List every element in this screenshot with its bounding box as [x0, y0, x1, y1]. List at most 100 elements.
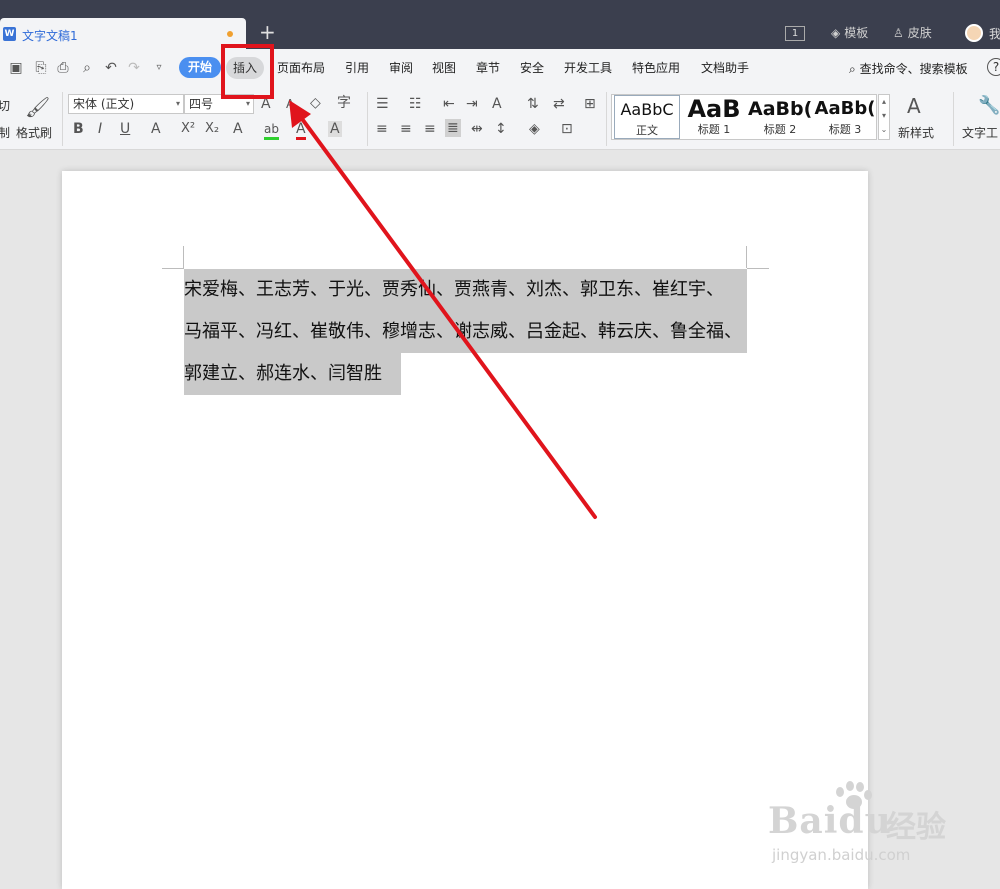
superscript-icon[interactable]: X² [181, 121, 195, 137]
style-preview: AaBb( [748, 98, 812, 120]
skin-label: 皮肤 [907, 26, 932, 40]
tab-references[interactable]: 引用 [345, 60, 369, 76]
style-name: 正文 [636, 124, 658, 137]
print-preview-icon[interactable]: ⌕ [79, 60, 95, 76]
style-gallery: AaBbC 正文 AaB 标题 1 AaBb( 标题 2 AaBb( 标题 3 [611, 94, 877, 140]
tab-developer[interactable]: 开发工具 [564, 60, 612, 76]
bullet-list-icon[interactable]: ☰ [376, 96, 389, 112]
style-name: 标题 2 [763, 123, 797, 136]
tab-special-apps[interactable]: 特色应用 [632, 60, 680, 76]
avatar[interactable] [965, 24, 983, 42]
borders-icon[interactable]: ⊡ [561, 121, 573, 137]
bold-icon[interactable]: B [73, 121, 84, 137]
redo-icon[interactable]: ↷ [126, 60, 142, 76]
shading-fill-icon[interactable]: ◈ [529, 121, 540, 137]
style-name: 标题 3 [828, 123, 862, 136]
decrease-indent-icon[interactable]: ⇤ [443, 96, 455, 112]
style-gallery-scroll[interactable]: ▴ ▾ ⌄ [878, 94, 890, 140]
cut-button[interactable]: 切 [0, 97, 10, 114]
font-name-value: 宋体 (正文) [73, 97, 135, 111]
tab-view[interactable]: 视图 [432, 60, 456, 76]
chevron-down-icon: ▾ [175, 99, 180, 108]
ribbon-separator [367, 92, 368, 146]
tab-doc-assistant[interactable]: 文档助手 [701, 60, 749, 76]
tab-security[interactable]: 安全 [520, 60, 544, 76]
undo-icon[interactable]: ↶ [103, 60, 119, 76]
style-preview: AaBb( [814, 98, 876, 119]
baidu-watermark: Baidu 经验 jingyan.baidu.com [768, 780, 988, 870]
new-style-button[interactable]: 新样式 [898, 124, 934, 141]
print-icon[interactable]: ⎙ [55, 60, 71, 76]
char-shading-icon[interactable]: A [328, 121, 342, 137]
tab-chapter[interactable]: 章节 [476, 60, 500, 76]
baidu-brand-cn: 经验 [886, 810, 946, 845]
font-size-value: 四号 [189, 97, 214, 111]
sort-icon[interactable]: ⇅ [527, 96, 539, 112]
margin-corner-mark [746, 246, 747, 268]
format-painter-label[interactable]: 格式刷 [16, 124, 52, 141]
document-text-line[interactable]: 马福平、冯红、崔敬伟、穆增志、谢志威、吕金起、韩云庆、鲁全福、 [184, 311, 747, 353]
baidu-logo: Baidu [768, 800, 892, 842]
page-count-badge[interactable]: 1 [785, 26, 805, 41]
strikethrough-icon[interactable]: A [151, 121, 161, 137]
template-label: 模板 [844, 26, 869, 40]
style-heading-3[interactable]: AaBb( 标题 3 [814, 95, 876, 139]
phonetic-guide-icon[interactable]: 字 [337, 95, 351, 111]
customize-toolbar-icon[interactable]: ▿ [151, 60, 167, 76]
format-painter-icon[interactable]: 🖌 [25, 96, 50, 118]
tab-review[interactable]: 审阅 [389, 60, 413, 76]
tab-page-layout[interactable]: 页面布局 [277, 60, 325, 76]
user-name[interactable]: 我 [989, 25, 1000, 42]
subscript-icon[interactable]: X₂ [205, 121, 219, 137]
tab-start[interactable]: 开始 [179, 57, 221, 78]
margin-corner-mark [183, 246, 184, 268]
document-text-line[interactable]: 宋爱梅、王志芳、于光、贾秀仙、贾燕青、刘杰、郭卫东、崔红宇、 [184, 269, 747, 311]
text-tools-button[interactable]: 文字工 [962, 124, 998, 141]
justify-icon[interactable]: ≣ [445, 119, 461, 137]
table-borders-icon[interactable]: ⊞ [584, 96, 596, 112]
document-tab-title: 文字文稿1 [22, 29, 78, 43]
annotation-highlight-box [221, 44, 274, 99]
skin-button[interactable]: ♙ 皮肤 [893, 24, 932, 41]
save-icon[interactable]: ▣ [8, 60, 24, 76]
add-tab-button[interactable]: + [259, 22, 276, 42]
line-spacing-icon[interactable]: ↕ [495, 121, 507, 137]
command-search[interactable]: ⌕ 查找命令、搜索模板 [849, 60, 968, 77]
baidu-url: jingyan.baidu.com [772, 846, 911, 864]
wps-writer-icon: W [3, 27, 16, 41]
new-style-icon[interactable]: A [907, 95, 921, 117]
align-left-icon[interactable]: ≡ [376, 121, 388, 137]
underline-icon[interactable]: U [120, 121, 130, 137]
help-button[interactable]: ? [987, 58, 1000, 76]
shirt-icon: ♙ [893, 25, 904, 40]
style-heading-1[interactable]: AaB 标题 1 [682, 95, 746, 139]
style-normal[interactable]: AaBbC 正文 [614, 95, 680, 139]
template-button[interactable]: ◈ 模板 [831, 24, 868, 41]
style-preview: AaBbC [620, 100, 674, 119]
wrench-icon[interactable]: 🔧 [978, 95, 1000, 117]
copy-button[interactable]: 制 [0, 124, 10, 141]
export-pdf-icon[interactable]: ⎘ [33, 60, 49, 76]
style-name: 标题 1 [697, 123, 731, 136]
search-icon: ⌕ [849, 62, 856, 76]
document-text-line[interactable]: 郭建立、郝连水、闫智胜 [184, 353, 401, 395]
highlight-color-icon[interactable]: ab [264, 121, 279, 140]
italic-icon[interactable]: I [98, 121, 102, 137]
numbered-list-icon[interactable]: ☷ [409, 96, 422, 112]
distributed-icon[interactable]: ⇹ [471, 121, 483, 137]
decrease-font-icon[interactable]: A [286, 96, 294, 112]
font-color-icon[interactable]: A [296, 121, 306, 140]
font-name-select[interactable]: 宋体 (正文) ▾ [68, 94, 184, 114]
ribbon-separator [606, 92, 607, 146]
clear-format-icon[interactable]: ◇ [310, 95, 321, 111]
document-tab[interactable]: W 文字文稿1 [0, 18, 246, 49]
align-center-icon[interactable]: ≡ [400, 121, 412, 137]
align-right-icon[interactable]: ≡ [424, 121, 436, 137]
show-marks-icon[interactable]: ⇄ [553, 96, 565, 112]
text-effect-icon[interactable]: A [233, 121, 243, 137]
chinese-layout-icon[interactable]: A [492, 96, 502, 112]
increase-indent-icon[interactable]: ⇥ [466, 96, 478, 112]
style-preview: AaB [687, 95, 741, 123]
template-icon: ◈ [831, 25, 841, 40]
style-heading-2[interactable]: AaBb( 标题 2 [748, 95, 812, 139]
